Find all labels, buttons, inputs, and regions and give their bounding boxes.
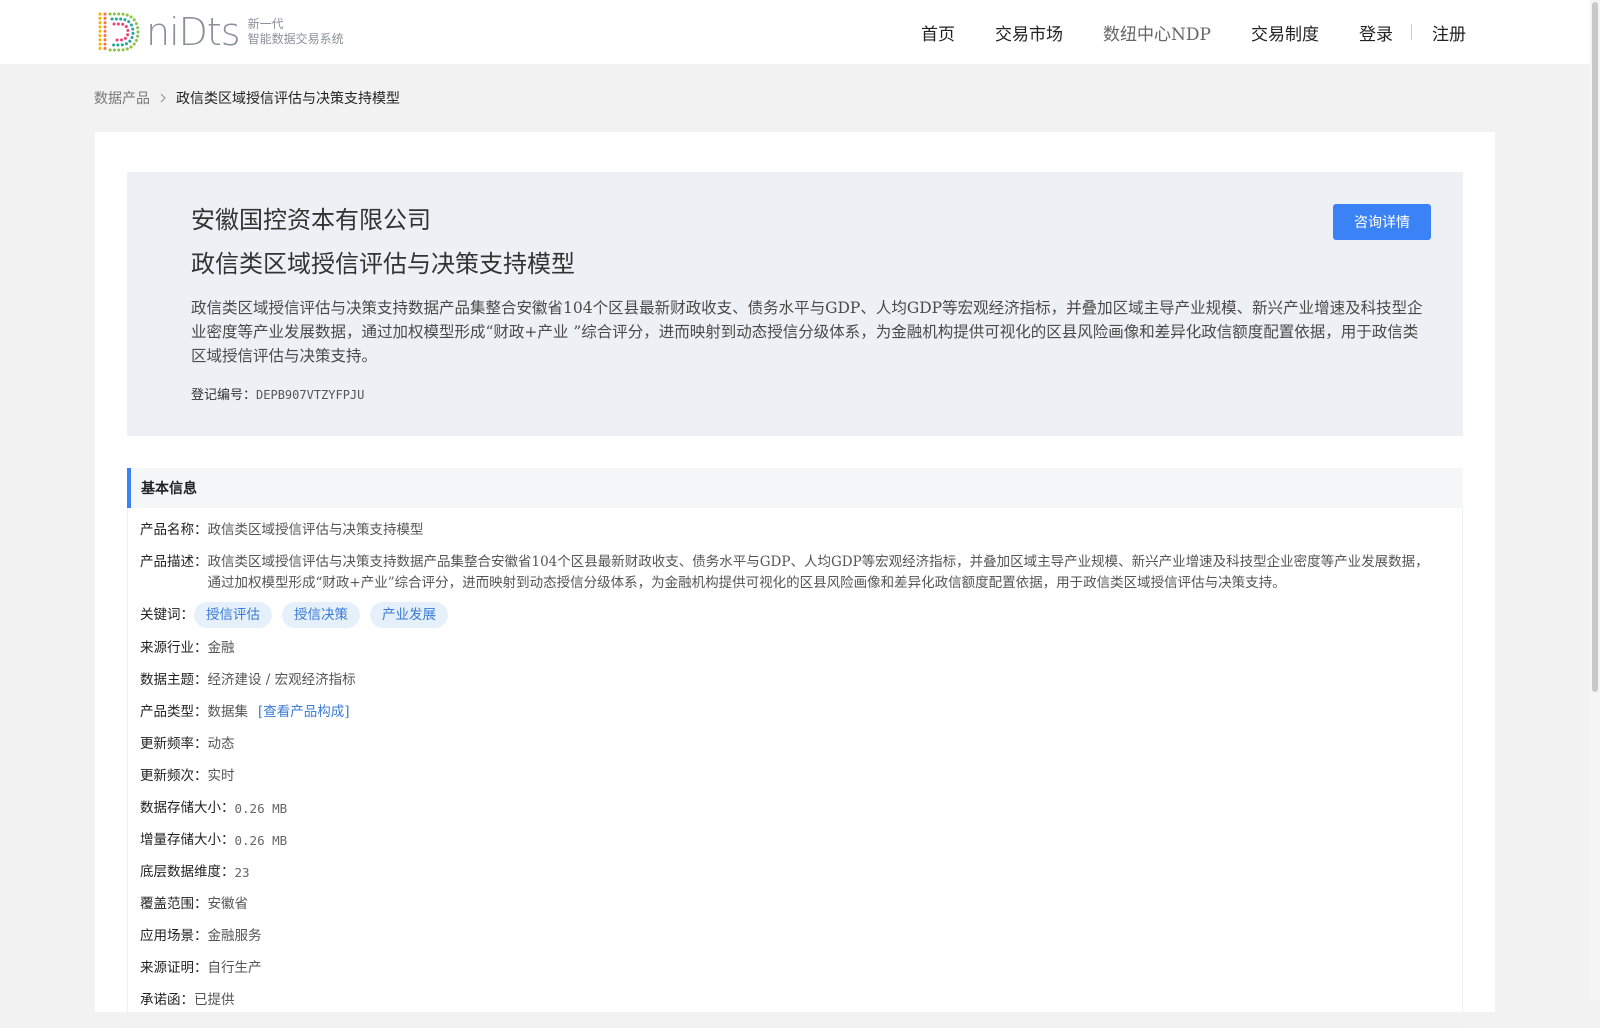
info-label: 产品类型：: [140, 704, 208, 720]
basic-info-panel: 产品名称： 政信类区域授信评估与决策支持模型 产品描述： 政信类区域授信评估与决…: [127, 508, 1463, 1028]
keyword-tag[interactable]: 授信评估: [194, 602, 272, 628]
info-value: 安徽省: [207, 896, 249, 912]
info-label: 更新频率：: [140, 736, 208, 752]
info-row-dimension: 底层数据维度： 23: [140, 862, 250, 883]
site-logo[interactable]: niDts 新一代 智能数据交易系统: [94, 10, 344, 54]
logo-tagline-line2: 智能数据交易系统: [247, 32, 344, 46]
info-row-industry: 来源行业： 金融: [140, 638, 235, 659]
nav-market[interactable]: 交易市场: [995, 20, 1063, 45]
nav-login[interactable]: 登录: [1359, 20, 1393, 45]
view-composition-link[interactable]: [查看产品构成]: [258, 702, 350, 723]
info-label: 更新频次：: [140, 768, 208, 784]
chevron-right-icon: [160, 93, 166, 103]
info-label: 产品描述：: [140, 554, 208, 570]
nav-rules[interactable]: 交易制度: [1251, 20, 1319, 45]
info-value: 0.26 MB: [234, 833, 288, 848]
product-summary: 政信类区域授信评估与决策支持数据产品集整合安徽省104个区县最新财政收支、债务水…: [191, 299, 1423, 365]
info-row-update-times: 更新频次： 实时: [140, 766, 235, 787]
info-label: 增量存储大小：: [140, 832, 235, 848]
info-value: 已提供: [194, 992, 235, 1008]
info-value: 动态: [207, 736, 235, 752]
info-label: 数据主题：: [140, 672, 208, 688]
info-label: 来源证明：: [140, 960, 208, 976]
logo-wordmark: niDts: [146, 10, 241, 54]
info-value: 数据集: [207, 704, 249, 720]
info-value: 政信类区域授信评估与决策支持数据产品集整合安徽省104个区县最新财政收支、债务水…: [207, 554, 1429, 591]
info-row-commitment: 承诺函： 已提供: [140, 990, 235, 1011]
info-label: 来源行业：: [140, 640, 208, 656]
registration-label: 登记编号：: [191, 388, 257, 403]
top-navigation-bar: niDts 新一代 智能数据交易系统 首页 交易市场 数纽中心NDP 交易制度 …: [0, 0, 1590, 64]
info-row-storage: 数据存储大小： 0.26 MB: [140, 798, 287, 819]
registration-code: DEPB907VTZYFPJU: [256, 388, 365, 402]
info-label: 承诺函：: [140, 992, 194, 1008]
logo-tagline-line1: 新一代: [247, 17, 284, 31]
product-title: 政信类区域授信评估与决策支持模型: [191, 250, 575, 278]
breadcrumb: 数据产品 政信类区域授信评估与决策支持模型: [94, 86, 400, 110]
info-row-coverage: 覆盖范围： 安徽省: [140, 894, 248, 915]
info-value: 自行生产: [207, 960, 262, 976]
info-row-product-desc: 产品描述： 政信类区域授信评估与决策支持数据产品集整合安徽省104个区县最新财政…: [140, 552, 1440, 594]
info-label: 应用场景：: [140, 928, 208, 944]
info-label: 数据存储大小：: [140, 800, 235, 816]
nav-register[interactable]: 注册: [1432, 20, 1466, 45]
breadcrumb-current: 政信类区域授信评估与决策支持模型: [176, 91, 400, 107]
keyword-tag[interactable]: 产业发展: [370, 602, 448, 628]
info-label: 底层数据维度：: [140, 864, 235, 880]
info-value: 经济建设 / 宏观经济指标: [207, 672, 356, 688]
info-row-frequency: 更新频率： 动态: [140, 734, 235, 755]
logo-tagline: 新一代 智能数据交易系统: [248, 17, 344, 47]
consult-details-button[interactable]: 咨询详情: [1333, 204, 1431, 240]
basic-info-heading: 基本信息: [127, 468, 1463, 508]
logo-d-icon: [98, 12, 140, 52]
product-hero: 安徽国控资本有限公司 政信类区域授信评估与决策支持模型 政信类区域授信评估与决策…: [127, 172, 1463, 436]
nav-ndp[interactable]: 数纽中心NDP: [1103, 20, 1211, 45]
info-value: 实时: [207, 768, 235, 784]
product-detail-card: 安徽国控资本有限公司 政信类区域授信评估与决策支持模型 政信类区域授信评估与决策…: [95, 132, 1495, 1028]
info-label: 覆盖范围：: [140, 896, 208, 912]
info-row-product-name: 产品名称： 政信类区域授信评估与决策支持模型: [140, 520, 424, 541]
info-value: 政信类区域授信评估与决策支持模型: [207, 522, 424, 538]
nav-divider: [1411, 24, 1412, 40]
info-value: 金融服务: [207, 928, 262, 944]
nav-home[interactable]: 首页: [921, 20, 955, 45]
info-label: 关键词：: [140, 607, 194, 623]
scrollbar-thumb[interactable]: [1592, 2, 1598, 692]
info-label: 产品名称：: [140, 522, 208, 538]
info-value: 23: [234, 865, 250, 880]
page-scrollbar[interactable]: [1590, 0, 1600, 1000]
breadcrumb-data-products[interactable]: 数据产品: [94, 88, 150, 108]
info-row-keywords: 关键词： 授信评估 授信决策 产业发展: [140, 601, 458, 629]
info-value: 金融: [207, 640, 235, 656]
info-value: 0.26 MB: [234, 801, 288, 816]
registration-number: 登记编号：DEPB907VTZYFPJU: [191, 384, 364, 403]
main-nav: 首页 交易市场 数纽中心NDP 交易制度 登录 注册: [881, 0, 1466, 64]
info-row-theme: 数据主题： 经济建设 / 宏观经济指标: [140, 670, 356, 691]
info-row-type: 产品类型： 数据集 [查看产品构成]: [140, 702, 350, 723]
company-name: 安徽国控资本有限公司: [191, 206, 431, 234]
info-row-source-proof: 来源证明： 自行生产: [140, 958, 262, 979]
keyword-tag[interactable]: 授信决策: [282, 602, 360, 628]
info-row-scenario: 应用场景： 金融服务: [140, 926, 262, 947]
info-row-incremental-storage: 增量存储大小： 0.26 MB: [140, 830, 287, 851]
